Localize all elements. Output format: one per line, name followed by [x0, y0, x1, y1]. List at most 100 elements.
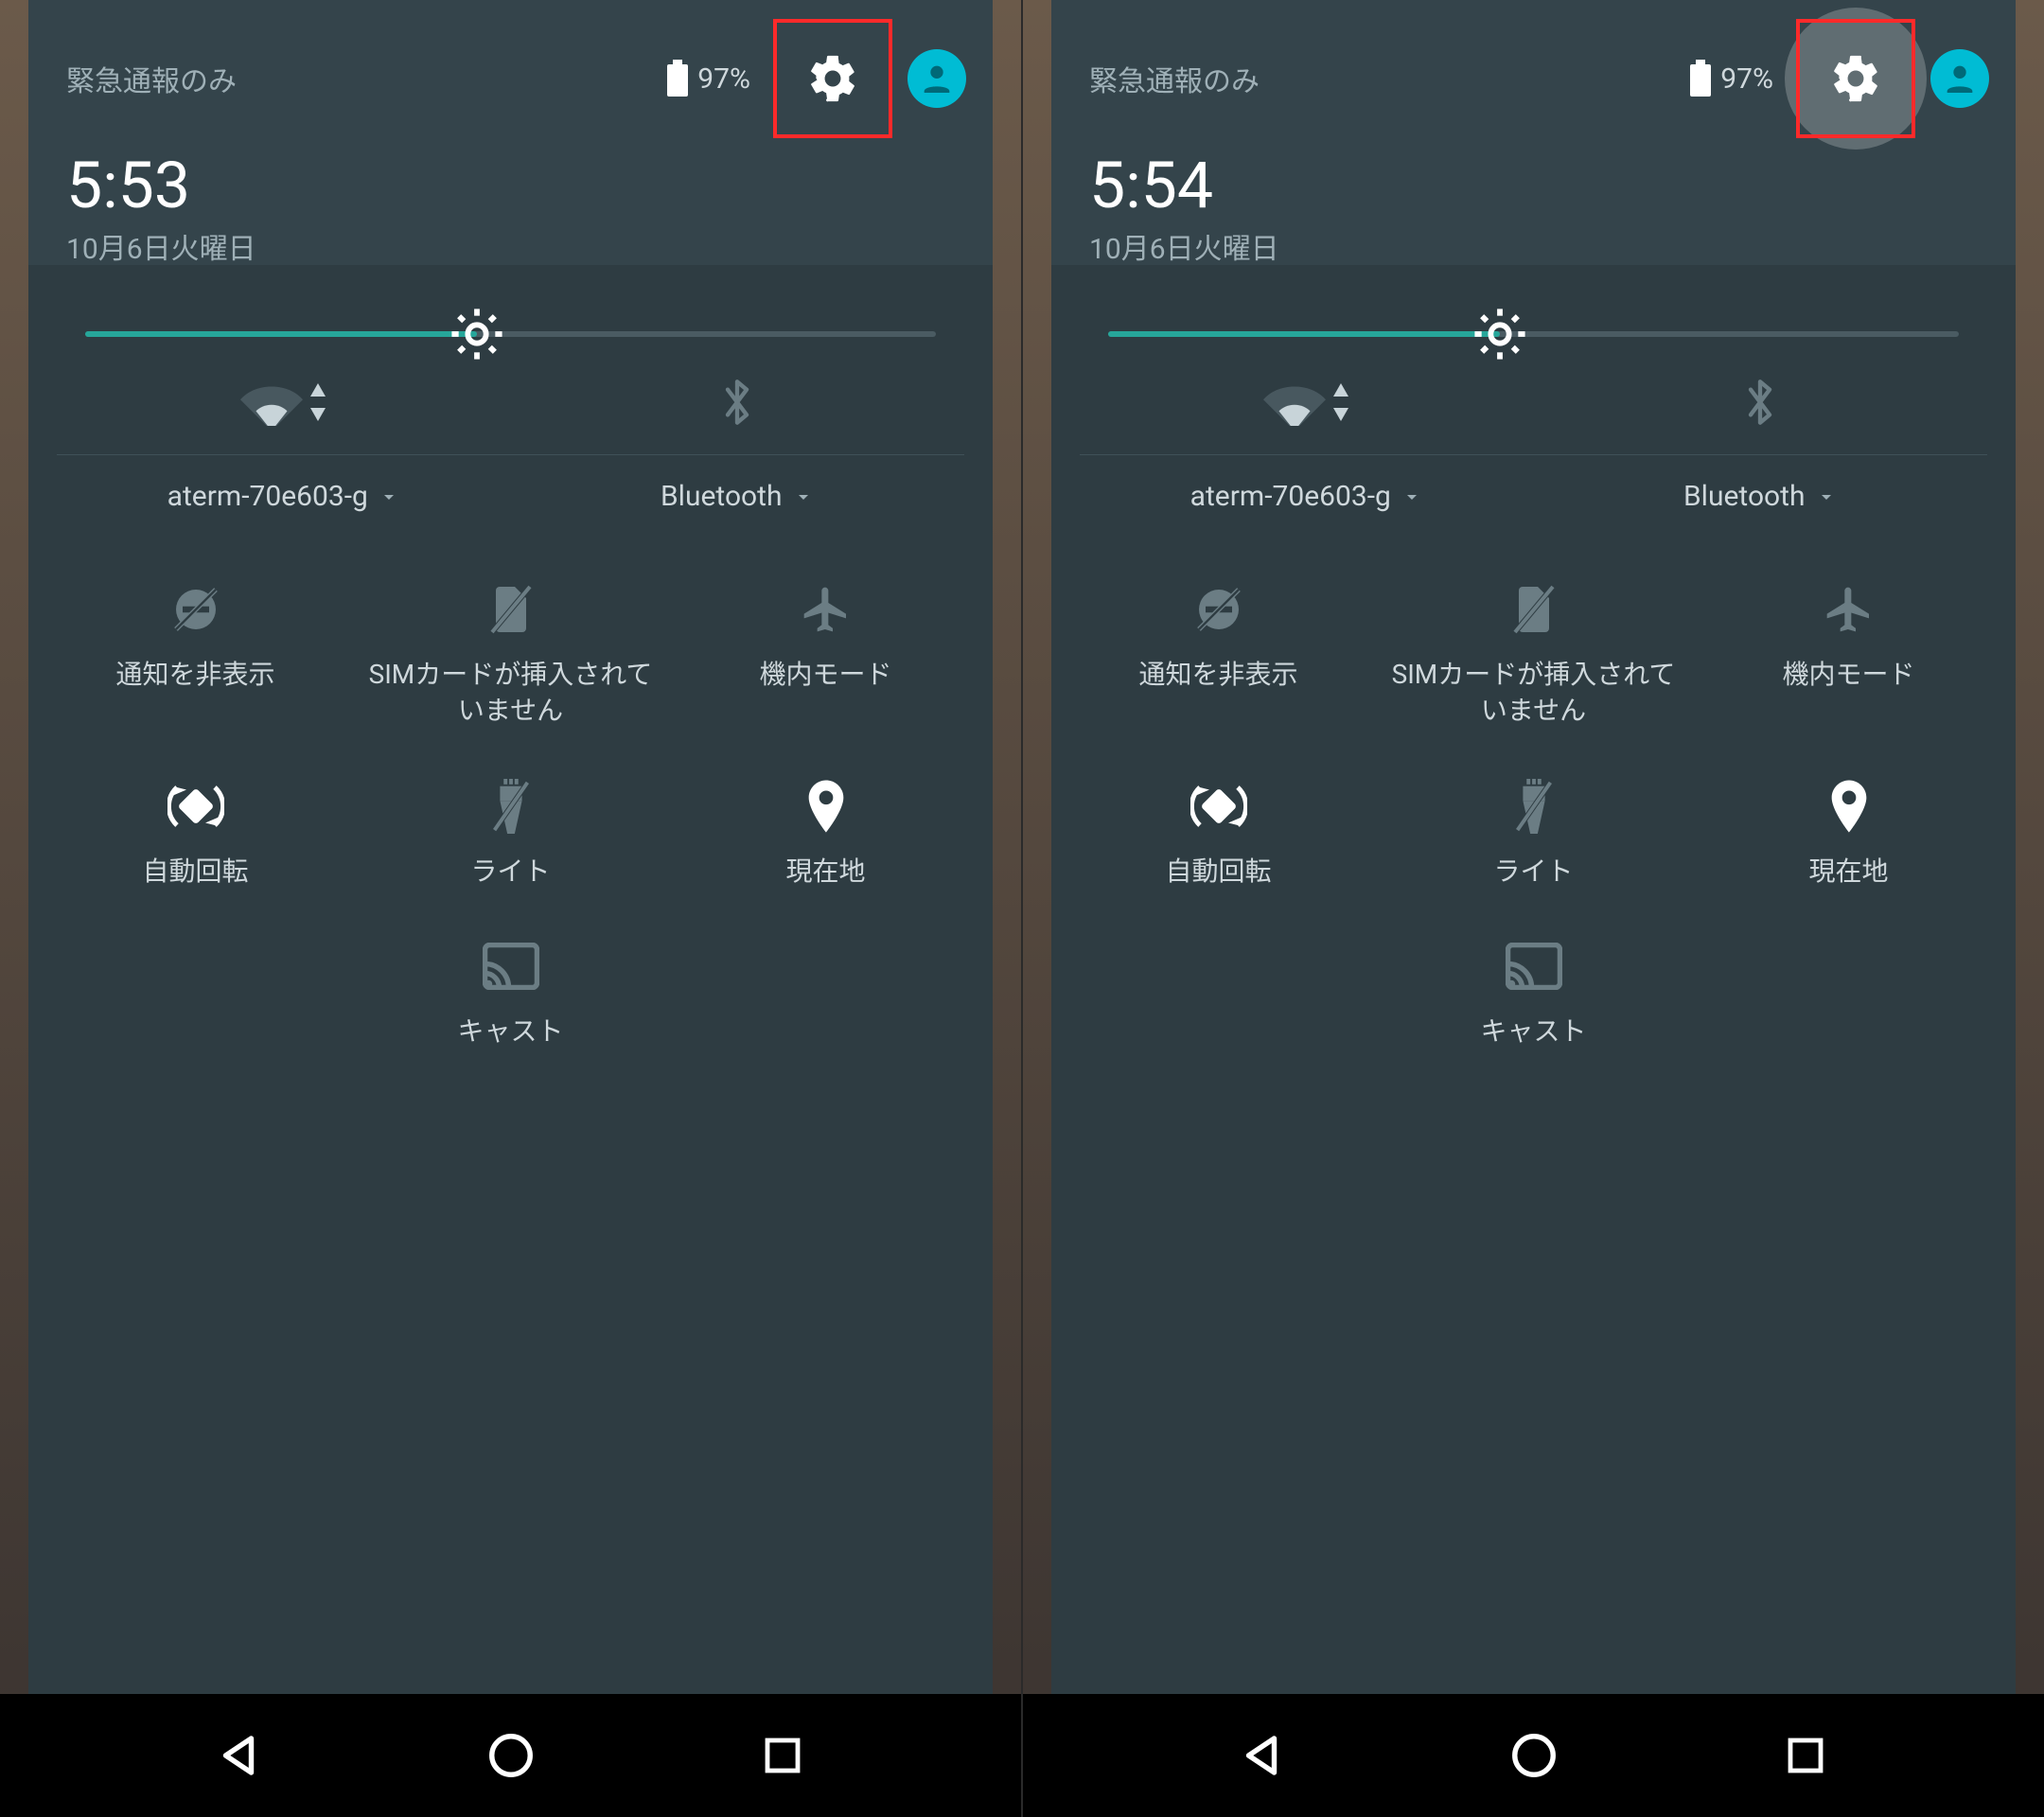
- battery-icon: [665, 60, 690, 97]
- home-button[interactable]: [478, 1722, 544, 1789]
- recents-icon: [760, 1733, 805, 1778]
- rotate-icon: [1189, 776, 1249, 837]
- slider-track: [1108, 331, 1959, 337]
- sim-icon: [1504, 579, 1564, 640]
- autorotate-label: 自動回転: [142, 854, 248, 890]
- dnd-tile[interactable]: 通知を非表示: [1061, 579, 1376, 729]
- dnd-icon: [166, 579, 226, 640]
- battery-percent: 97%: [1720, 62, 1773, 96]
- bluetooth-icon: [1741, 376, 1779, 429]
- autorotate-tile[interactable]: 自動回転: [38, 776, 353, 890]
- primary-tiles-row: [1051, 365, 2016, 454]
- quick-settings-panel: 緊急通報のみ 97% 5:54 10月6日火曜日: [1051, 0, 2016, 1694]
- back-button[interactable]: [1228, 1722, 1295, 1789]
- dnd-tile[interactable]: 通知を非表示: [38, 579, 353, 729]
- brightness-slider[interactable]: [1051, 265, 2016, 365]
- sim-tile[interactable]: SIMカードが挿入されていません: [353, 579, 668, 729]
- gear-icon: [805, 51, 860, 106]
- clock-time: 5:53: [66, 148, 966, 223]
- user-avatar-button[interactable]: [907, 49, 966, 108]
- flashlight-label: ライト: [470, 854, 550, 890]
- settings-button[interactable]: [1804, 26, 1908, 131]
- user-avatar-button[interactable]: [1930, 49, 1989, 108]
- sim-icon: [481, 579, 541, 640]
- updown-icon: [1331, 383, 1350, 421]
- home-button[interactable]: [1501, 1722, 1567, 1789]
- dnd-label: 通知を非表示: [115, 657, 274, 693]
- wifi-icon: [240, 379, 303, 426]
- battery-status: 97%: [1688, 60, 1773, 97]
- location-tile[interactable]: 現在地: [1691, 776, 2006, 890]
- settings-button[interactable]: [781, 26, 885, 131]
- navigation-bar: [1023, 1694, 2044, 1817]
- bluetooth-tile[interactable]: [511, 365, 965, 454]
- airplane-icon: [1819, 579, 1879, 640]
- touch-ripple: [1785, 8, 1927, 150]
- brightness-icon[interactable]: [1472, 307, 1527, 362]
- bluetooth-label: Bluetooth: [1683, 480, 1806, 513]
- recents-icon: [1783, 1733, 1828, 1778]
- sim-label: SIMカードが挿入されていません: [369, 657, 653, 729]
- qs-header: 緊急通報のみ 97% 5:53 10月6日火曜日: [28, 0, 993, 265]
- sim-label: SIMカードが挿入されていません: [1392, 657, 1676, 729]
- wallpaper-edge: [0, 0, 28, 1817]
- wifi-tile[interactable]: [57, 365, 511, 454]
- cast-icon: [1504, 936, 1564, 997]
- cast-icon: [481, 936, 541, 997]
- recents-button[interactable]: [1772, 1722, 1839, 1789]
- slider-fill: [85, 331, 477, 337]
- flashlight-label: ライト: [1493, 854, 1573, 890]
- navigation-bar: [0, 1694, 1021, 1817]
- airplane-tile[interactable]: 機内モード: [668, 579, 983, 729]
- airplane-tile[interactable]: 機内モード: [1691, 579, 2006, 729]
- bluetooth-tile[interactable]: [1534, 365, 1988, 454]
- clock-date: 10月6日火曜日: [66, 225, 966, 267]
- sim-tile[interactable]: SIMカードが挿入されていません: [1376, 579, 1691, 729]
- airplane-icon: [796, 579, 856, 640]
- cast-tile[interactable]: キャスト: [353, 936, 668, 1050]
- caret-down-icon: [378, 485, 400, 508]
- wifi-dropdown[interactable]: aterm-70e603-g: [167, 459, 400, 513]
- recents-button[interactable]: [749, 1722, 816, 1789]
- back-icon: [213, 1730, 264, 1781]
- bluetooth-label: Bluetooth: [661, 480, 783, 513]
- wifi-tile[interactable]: [1080, 365, 1534, 454]
- airplane-label: 機内モード: [759, 657, 891, 693]
- autorotate-tile[interactable]: 自動回転: [1061, 776, 1376, 890]
- clock-date: 10月6日火曜日: [1089, 225, 1989, 267]
- caret-down-icon: [792, 485, 815, 508]
- bluetooth-dropdown[interactable]: Bluetooth: [661, 459, 815, 513]
- battery-percent: 97%: [697, 62, 750, 96]
- carrier-label: 緊急通報のみ: [1089, 58, 1675, 99]
- battery-icon: [1688, 60, 1713, 97]
- person-icon: [1941, 60, 1979, 97]
- cast-tile[interactable]: キャスト: [1376, 936, 1691, 1050]
- location-icon: [796, 776, 856, 837]
- location-label: 現在地: [785, 854, 865, 890]
- bluetooth-dropdown[interactable]: Bluetooth: [1683, 459, 1838, 513]
- primary-tiles-row: [28, 365, 993, 454]
- dnd-label: 通知を非表示: [1138, 657, 1297, 693]
- brightness-icon[interactable]: [449, 307, 504, 362]
- dnd-icon: [1189, 579, 1249, 640]
- wallpaper-edge: [2016, 0, 2044, 1817]
- back-button[interactable]: [205, 1722, 272, 1789]
- location-icon: [1819, 776, 1879, 837]
- location-tile[interactable]: 現在地: [668, 776, 983, 890]
- home-icon: [485, 1730, 537, 1781]
- rotate-icon: [166, 776, 226, 837]
- carrier-label: 緊急通報のみ: [66, 58, 652, 99]
- brightness-slider[interactable]: [28, 265, 993, 365]
- flashlight-icon: [1504, 776, 1564, 837]
- phone-screenshot-1: 緊急通報のみ 97% 5:54 10月6日火曜日: [1021, 0, 2044, 1817]
- location-label: 現在地: [1808, 854, 1888, 890]
- caret-down-icon: [1401, 485, 1423, 508]
- wifi-dropdown[interactable]: aterm-70e603-g: [1190, 459, 1423, 513]
- phone-screenshot-0: 緊急通報のみ 97% 5:53 10月6日火曜日: [0, 0, 1021, 1817]
- flashlight-tile[interactable]: ライト: [353, 776, 668, 890]
- cast-label: キャスト: [457, 1014, 563, 1050]
- wallpaper-edge: [1023, 0, 1051, 1817]
- wifi-label: aterm-70e603-g: [167, 480, 368, 513]
- flashlight-tile[interactable]: ライト: [1376, 776, 1691, 890]
- person-icon: [918, 60, 956, 97]
